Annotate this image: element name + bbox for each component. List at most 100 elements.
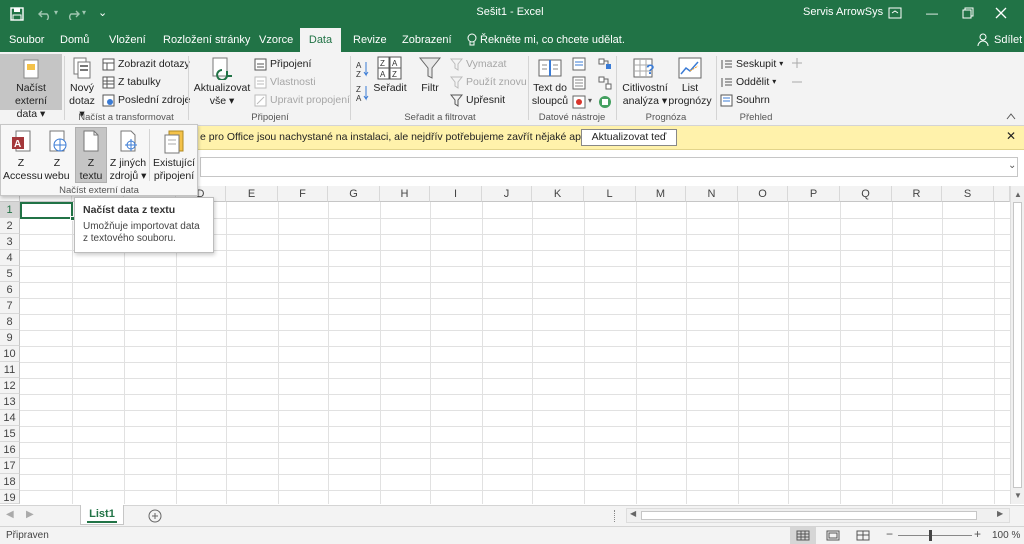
normal-view-icon[interactable] (796, 530, 810, 541)
hide-detail-icon[interactable] (791, 76, 803, 88)
collapse-ribbon-icon[interactable] (1006, 112, 1016, 120)
column-header[interactable]: H (380, 186, 430, 202)
horizontal-scroll-thumb[interactable] (641, 511, 977, 520)
from-access-button[interactable]: A Z Accessu (3, 129, 43, 183)
minimize-icon[interactable]: — (922, 6, 942, 20)
row-header[interactable]: 1 (0, 202, 20, 218)
from-web-button[interactable]: Z webu (41, 129, 73, 183)
relationships-icon[interactable] (598, 76, 612, 90)
row-header[interactable]: 6 (0, 282, 20, 298)
horizontal-scrollbar[interactable]: ◀ ▶ (626, 508, 1010, 523)
close-message-icon[interactable]: ✕ (1006, 129, 1016, 143)
column-header[interactable]: J (482, 186, 532, 202)
tab-insert[interactable]: Vložení (102, 28, 153, 52)
row-header[interactable]: 15 (0, 426, 20, 442)
tab-split-handle[interactable] (614, 510, 616, 522)
row-header[interactable]: 13 (0, 394, 20, 410)
expand-formula-icon[interactable]: ⌄ (1008, 160, 1016, 171)
ungroup-button[interactable]: Oddělit ▾ (720, 73, 776, 91)
tab-view[interactable]: Zobrazení (395, 28, 459, 52)
add-sheet-icon[interactable] (148, 509, 162, 523)
reapply-button[interactable]: Použít znovu (450, 73, 527, 91)
undo-dropdown-icon[interactable]: ▾ (54, 8, 58, 17)
tab-home[interactable]: Domů (53, 28, 96, 52)
advanced-filter-button[interactable]: Upřesnit (450, 91, 505, 109)
row-header[interactable]: 9 (0, 330, 20, 346)
zoom-level[interactable]: 100 % (992, 530, 1020, 541)
row-header[interactable]: 8 (0, 314, 20, 330)
edit-links-button[interactable]: Upravit propojení (254, 91, 350, 109)
column-header[interactable]: I (430, 186, 482, 202)
redo-icon[interactable] (66, 8, 80, 20)
close-icon[interactable] (995, 7, 1007, 19)
customize-qat-icon[interactable]: ⌄ (98, 6, 107, 19)
show-queries-button[interactable]: Zobrazit dotazy (102, 55, 190, 73)
vertical-scroll-thumb[interactable] (1013, 202, 1022, 488)
subtotal-button[interactable]: Souhrn (720, 91, 770, 109)
row-header[interactable]: 12 (0, 378, 20, 394)
row-header[interactable]: 10 (0, 346, 20, 362)
column-header[interactable]: F (278, 186, 328, 202)
flash-fill-icon[interactable] (572, 57, 586, 71)
ribbon-display-options-icon[interactable] (888, 7, 902, 19)
column-header[interactable]: M (636, 186, 686, 202)
zoom-slider-thumb[interactable] (929, 530, 932, 541)
data-validation-dropdown-icon[interactable]: ▾ (588, 96, 592, 105)
redo-dropdown-icon[interactable]: ▾ (82, 8, 86, 17)
update-now-button[interactable]: Aktualizovat teď (581, 129, 677, 146)
scroll-left-icon[interactable]: ◀ (630, 509, 636, 518)
vertical-scrollbar[interactable]: ▲ ▼ (1010, 186, 1024, 504)
recent-sources-button[interactable]: Poslední zdroje (102, 91, 190, 109)
sort-button[interactable]: ZAAZ Seřadit (372, 56, 408, 95)
sheet-tab-list1[interactable]: List1 (80, 505, 124, 525)
formula-input[interactable] (200, 157, 1018, 177)
save-icon[interactable] (10, 7, 24, 21)
tab-data[interactable]: Data (300, 28, 341, 52)
row-header[interactable]: 14 (0, 410, 20, 426)
row-header[interactable]: 5 (0, 266, 20, 282)
tab-review[interactable]: Revize (346, 28, 394, 52)
sort-za-icon[interactable]: ZA (356, 84, 370, 102)
row-header[interactable]: 18 (0, 474, 20, 490)
column-header[interactable]: O (738, 186, 788, 202)
column-header[interactable]: R (892, 186, 942, 202)
undo-icon[interactable] (38, 8, 52, 20)
zoom-slider[interactable] (898, 535, 972, 536)
existing-connections-button[interactable]: Existující připojení (151, 129, 197, 183)
filter-button[interactable]: Filtr (414, 56, 446, 95)
row-header[interactable]: 4 (0, 250, 20, 266)
column-header[interactable]: E (226, 186, 278, 202)
page-break-view-icon[interactable] (856, 530, 870, 541)
next-sheet-icon[interactable]: ▶ (26, 509, 34, 520)
column-header[interactable]: G (328, 186, 380, 202)
row-header[interactable]: 11 (0, 362, 20, 378)
active-cell[interactable] (20, 202, 73, 219)
text-to-columns-button[interactable]: Text do sloupců (530, 56, 570, 108)
refresh-all-button[interactable]: Aktualizovat vše ▾ (192, 56, 252, 108)
restore-icon[interactable] (962, 7, 974, 19)
properties-button[interactable]: Vlastnosti (254, 73, 316, 91)
tab-formulas[interactable]: Vzorce (252, 28, 300, 52)
page-layout-view-icon[interactable] (826, 530, 840, 541)
zoom-in-button[interactable]: + (974, 527, 981, 541)
column-header[interactable]: L (584, 186, 636, 202)
column-header[interactable]: P (788, 186, 840, 202)
from-text-button[interactable]: Z textu (75, 129, 107, 183)
data-model-icon[interactable] (598, 95, 612, 109)
column-header[interactable]: Q (840, 186, 892, 202)
from-table-button[interactable]: Z tabulky (102, 73, 161, 91)
column-header[interactable]: N (686, 186, 738, 202)
user-name[interactable]: Servis ArrowSys (803, 6, 883, 18)
clear-filter-button[interactable]: Vymazat (450, 55, 506, 73)
prev-sheet-icon[interactable]: ◀ (6, 509, 14, 520)
column-header[interactable]: K (532, 186, 584, 202)
from-other-sources-button[interactable]: Z jiných zdrojů ▾ (109, 129, 147, 183)
forecast-sheet-button[interactable]: List prognózy (668, 56, 712, 108)
column-header[interactable]: S (942, 186, 994, 202)
group-button[interactable]: Seskupit ▾ (720, 55, 783, 73)
row-header[interactable]: 3 (0, 234, 20, 250)
what-if-analysis-button[interactable]: ? Citlivostní analýza ▾ (618, 56, 672, 108)
tab-page-layout[interactable]: Rozložení stránky (156, 28, 257, 52)
row-header[interactable]: 7 (0, 298, 20, 314)
row-header[interactable]: 17 (0, 458, 20, 474)
